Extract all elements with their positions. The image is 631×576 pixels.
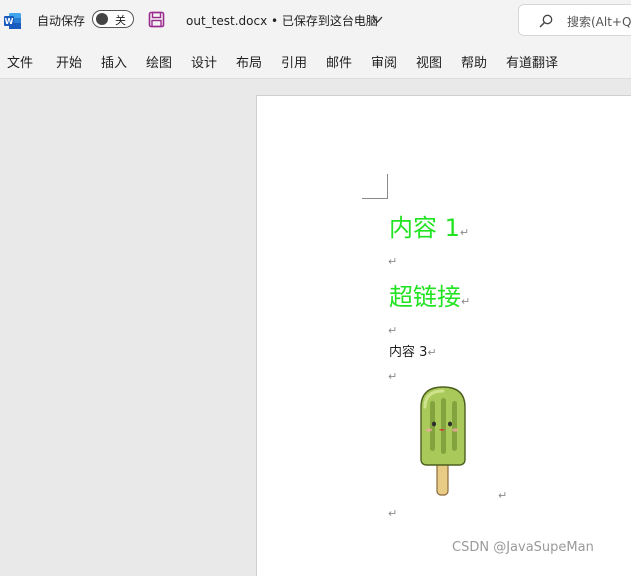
search-icon (539, 14, 553, 28)
paragraph-mark: ↵ (388, 324, 398, 337)
tab-view[interactable]: 视图 (416, 52, 442, 71)
tab-draw[interactable]: 绘图 (146, 52, 172, 71)
paragraph-empty[interactable]: ↵ (388, 250, 397, 269)
popsicle-image[interactable] (415, 385, 471, 497)
paragraph-mark: ↵ (461, 295, 471, 308)
tab-file[interactable]: 文件 (7, 52, 33, 71)
autosave-toggle[interactable]: 关 (92, 10, 134, 28)
heading-text: 内容 1 (389, 214, 460, 242)
body-text: 内容 3 (389, 345, 428, 360)
paragraph-empty[interactable]: ↵ (388, 319, 397, 338)
margin-corner-mark (362, 198, 387, 199)
search-input[interactable]: 搜索(Alt+Q) (518, 4, 631, 36)
watermark: CSDN @JavaSupeMan (452, 540, 594, 555)
paragraph-hyperlink[interactable]: 超链接↵ (389, 277, 470, 312)
paragraph-heading-1[interactable]: 内容 1↵ (389, 208, 469, 243)
hyperlink-text[interactable]: 超链接 (389, 283, 461, 311)
tab-review[interactable]: 审阅 (371, 52, 397, 71)
autosave-label: 自动保存 (37, 14, 86, 28)
chevron-down-icon[interactable] (372, 14, 383, 25)
document-title[interactable]: out_test.docx • 已保存到这台电脑 (186, 12, 378, 29)
tab-design[interactable]: 设计 (191, 52, 217, 71)
tab-layout[interactable]: 布局 (236, 52, 262, 71)
paragraph-mark: ↵ (388, 507, 398, 520)
paragraph-image-end[interactable]: ↵ (498, 484, 507, 503)
title-bar: W 自动保存 关 out_test.docx • 已保存到这台电脑 搜索(Alt… (0, 0, 631, 42)
word-logo-letter: W (5, 17, 14, 26)
paragraph-empty[interactable]: ↵ (388, 502, 397, 521)
paragraph-mark: ↵ (427, 346, 437, 359)
word-icon[interactable]: W (4, 12, 22, 30)
tab-help[interactable]: 帮助 (461, 52, 487, 71)
document-page[interactable] (256, 95, 631, 576)
tab-insert[interactable]: 插入 (101, 52, 127, 71)
paragraph-mark: ↵ (388, 255, 398, 268)
margin-corner-mark (387, 174, 388, 199)
paragraph-mark: ↵ (388, 370, 398, 383)
paragraph-mark: ↵ (498, 489, 508, 502)
autosave-toggle-state: 关 (115, 14, 126, 27)
paragraph-normal[interactable]: 内容 3↵ (389, 341, 437, 360)
search-placeholder: 搜索(Alt+Q) (567, 15, 631, 29)
tab-mailings[interactable]: 邮件 (326, 52, 352, 71)
paragraph-empty[interactable]: ↵ (388, 365, 397, 384)
tab-references[interactable]: 引用 (281, 52, 307, 71)
ribbon-tabs: 文件 开始 插入 绘图 设计 布局 引用 邮件 审阅 视图 帮助 有道翻译 (0, 42, 631, 79)
save-icon[interactable] (148, 11, 165, 28)
toggle-knob (96, 13, 108, 25)
paragraph-mark: ↵ (459, 226, 470, 239)
tab-home[interactable]: 开始 (56, 52, 82, 71)
tab-youdao-translate[interactable]: 有道翻译 (506, 52, 558, 71)
